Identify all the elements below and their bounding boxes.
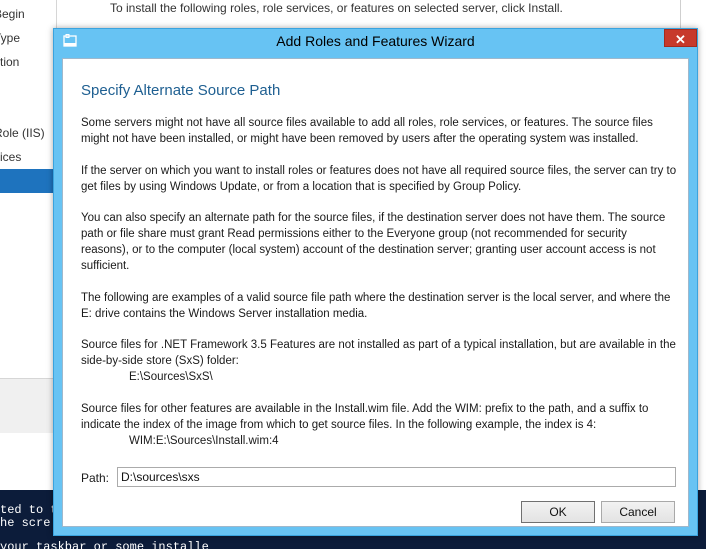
dialog-content: Specify Alternate Source Path Some serve… xyxy=(62,58,689,527)
nav-item-confirmation[interactable]: n xyxy=(0,169,56,193)
dialog-titlebar[interactable]: Add Roles and Features Wizard ✕ xyxy=(54,29,697,54)
cancel-button[interactable]: Cancel xyxy=(601,501,675,523)
nav-item-web-server-role[interactable]: Role (IIS) xyxy=(0,121,56,145)
nav-item-installation-type[interactable]: Type xyxy=(0,26,56,50)
nav-bottom-panel xyxy=(0,378,56,433)
wim-path-example: WIM:E:\Sources\Install.wim:4 xyxy=(129,435,279,447)
description-paragraph: You can also specify an alternate path f… xyxy=(81,212,666,272)
wim-source-text: Source files for other features are avai… xyxy=(81,403,649,431)
ok-button[interactable]: OK xyxy=(521,501,595,523)
dialog-heading: Specify Alternate Source Path xyxy=(81,82,281,99)
nav-item-server-selection[interactable]: ction xyxy=(0,50,56,74)
close-button[interactable]: ✕ xyxy=(664,29,697,47)
description-paragraph: Some servers might not have all source f… xyxy=(81,117,653,145)
console-line: your taskbar or some installe xyxy=(0,541,209,554)
console-line: ted to t xyxy=(0,504,58,517)
description-paragraph: The following are examples of a valid so… xyxy=(81,292,671,320)
dotnet-source-text: Source files for .NET Framework 3.5 Feat… xyxy=(81,339,676,367)
wim-source-paragraph: Source files for other features are avai… xyxy=(81,401,677,449)
wizard-navigation-pane: Begin Type ction s Role (IIS) vices n xyxy=(0,0,57,490)
alternate-source-path-dialog: Add Roles and Features Wizard ✕ Specify … xyxy=(53,28,698,536)
close-icon: ✕ xyxy=(675,32,686,47)
nav-item-role-services[interactable]: vices xyxy=(0,145,56,169)
description-paragraph: If the server on which you want to insta… xyxy=(81,165,677,193)
nav-item-before-you-begin[interactable]: Begin xyxy=(0,2,56,26)
wizard-instruction-text: To install the following roles, role ser… xyxy=(110,1,563,15)
nav-item-features[interactable]: s xyxy=(0,74,56,98)
sxs-path-example: E:\Sources\SxS\ xyxy=(129,371,213,383)
dialog-title: Add Roles and Features Wizard xyxy=(276,33,475,49)
path-input[interactable] xyxy=(117,467,676,487)
path-label: Path: xyxy=(81,471,110,485)
dotnet-source-paragraph: Source files for .NET Framework 3.5 Feat… xyxy=(81,337,677,385)
console-line: he scre xyxy=(0,517,51,530)
